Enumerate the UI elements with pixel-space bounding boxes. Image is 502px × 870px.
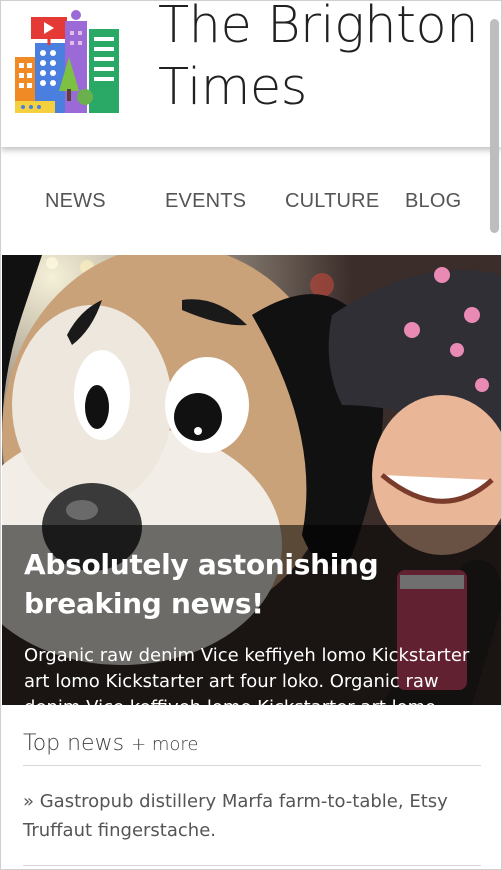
top-news-title: Top news	[23, 731, 125, 756]
hero-article[interactable]: Absolutely astonishing breaking news! Or…	[2, 255, 501, 705]
divider	[23, 765, 481, 766]
top-news-heading: Top news + more	[23, 731, 199, 756]
more-link[interactable]: + more	[131, 734, 198, 755]
nav-item-news[interactable]: NEWS	[45, 190, 106, 213]
vertical-scrollbar[interactable]	[490, 19, 499, 233]
top-news-section: Top news + more » Gastropub distillery M…	[1, 705, 501, 869]
divider	[23, 865, 481, 866]
news-list-item[interactable]: » Gastropub distillery Marfa farm-to-tab…	[23, 787, 473, 845]
nav-item-blog[interactable]: BLOG	[405, 190, 461, 213]
site-header: The Brighton Times	[1, 1, 501, 147]
city-buildings-logo-icon[interactable]	[13, 9, 123, 119]
main-navigation: NEWS EVENTS CULTURE BLOG	[1, 147, 501, 255]
hero-excerpt: Organic raw denim Vice keffiyeh lomo Kic…	[24, 645, 470, 705]
hero-headline[interactable]: Absolutely astonishing breaking news!	[24, 545, 484, 623]
browser-viewport: The Brighton Times NEWS EVENTS CULTURE B…	[0, 0, 502, 870]
nav-item-culture[interactable]: CULTURE	[285, 190, 379, 213]
nav-item-events[interactable]: EVENTS	[165, 190, 246, 213]
site-title[interactable]: The Brighton Times	[158, 1, 488, 119]
